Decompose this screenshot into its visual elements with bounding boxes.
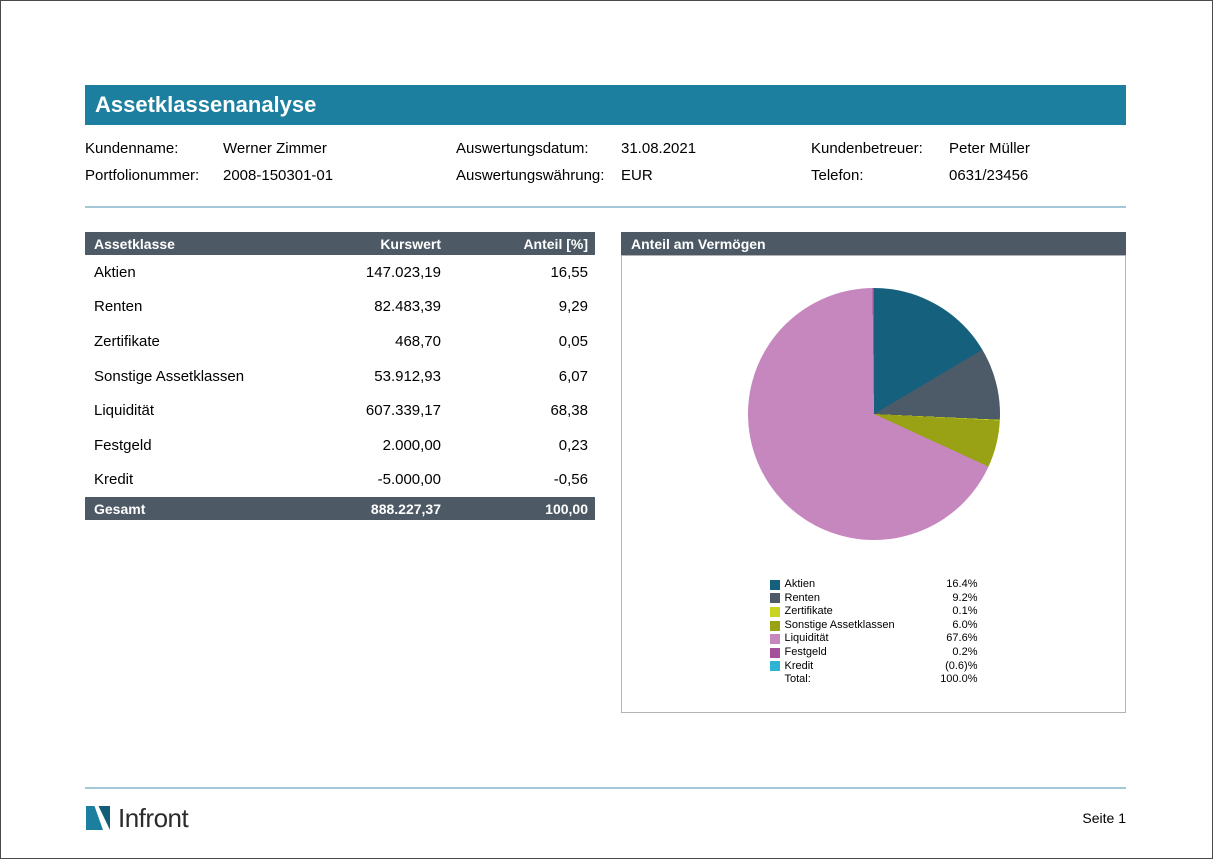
meta-label-kundenname: Kundenname: (85, 140, 223, 157)
cell-assetklasse: Sonstige Assetklassen (85, 368, 291, 385)
table-footer-row: Gesamt 888.227,37 100,00 (85, 497, 595, 520)
page-title: Assetklassenanalyse (95, 92, 316, 118)
cell-anteil: -0,56 (441, 471, 595, 488)
cell-anteil: 68,38 (441, 402, 595, 419)
chart-panel-header: Anteil am Vermögen (621, 232, 1126, 255)
meta-value-kundenbetreuer: Peter Müller (949, 140, 1126, 157)
main-content: Assetklasse Kurswert Anteil [%] Aktien 1… (85, 232, 1126, 713)
legend-percent: 0.1% (952, 605, 977, 619)
legend-percent: 9.2% (952, 592, 977, 606)
cell-anteil: 0,23 (441, 437, 595, 454)
meta-value-auswertungsdatum: 31.08.2021 (621, 140, 811, 157)
footer-bar: Infront Seite 1 (85, 801, 1126, 835)
chart-legend: Aktien 16.4% Renten 9.2% Zertifikate 0.1… (770, 578, 978, 687)
chart-panel-title: Anteil am Vermögen (631, 236, 766, 252)
legend-label: Liquidität (785, 632, 947, 646)
legend-percent: 0.2% (952, 646, 977, 660)
section-divider (85, 206, 1126, 208)
meta-section: Kundenname: Werner Zimmer Auswertungsdat… (85, 135, 1126, 189)
legend-swatch-aktien (770, 580, 780, 590)
asset-class-table: Assetklasse Kurswert Anteil [%] Aktien 1… (85, 232, 595, 713)
legend-swatch-renten (770, 593, 780, 603)
cell-kurswert: 2.000,00 (291, 437, 441, 454)
legend-label: Zertifikate (785, 605, 953, 619)
legend-percent: 16.4% (946, 578, 977, 592)
meta-value-telefon: 0631/23456 (949, 167, 1126, 184)
cell-assetklasse: Aktien (85, 264, 291, 281)
cell-assetklasse: Liquidität (85, 402, 291, 419)
cell-kurswert: 468,70 (291, 333, 441, 350)
page-number: Seite 1 (1082, 810, 1126, 826)
brand-name: Infront (118, 803, 188, 834)
legend-item-festgeld: Festgeld 0.2% (770, 646, 978, 660)
legend-item-zertifikate: Zertifikate 0.1% (770, 605, 978, 619)
cell-assetklasse: Kredit (85, 471, 291, 488)
report-page: Assetklassenanalyse Kundenname: Werner Z… (0, 0, 1213, 859)
meta-label-kundenbetreuer: Kundenbetreuer: (811, 140, 949, 157)
legend-swatch-kredit (770, 661, 780, 671)
legend-item-sonstige: Sonstige Assetklassen 6.0% (770, 619, 978, 633)
legend-total-row: Total: 100.0% (770, 673, 978, 687)
legend-percent: (0.6)% (945, 660, 977, 674)
col-header-assetklasse: Assetklasse (85, 236, 291, 252)
table-row-zertifikate: Zertifikate 468,70 0,05 (85, 324, 595, 359)
cell-anteil: 9,29 (441, 298, 595, 315)
footer-divider (85, 787, 1126, 789)
legend-item-liquiditaet: Liquidität 67.6% (770, 632, 978, 646)
legend-total-label: Total: (770, 673, 941, 687)
cell-kurswert: -5.000,00 (291, 471, 441, 488)
meta-value-auswertungswaehrung: EUR (621, 167, 811, 184)
legend-item-renten: Renten 9.2% (770, 592, 978, 606)
legend-percent: 6.0% (952, 619, 977, 633)
cell-anteil: 6,07 (441, 368, 595, 385)
legend-label: Aktien (785, 578, 947, 592)
cell-kurswert: 147.023,19 (291, 264, 441, 281)
cell-assetklasse: Festgeld (85, 437, 291, 454)
legend-percent: 67.6% (946, 632, 977, 646)
cell-gesamt-anteil: 100,00 (441, 501, 595, 517)
legend-item-kredit: Kredit (0.6)% (770, 660, 978, 674)
meta-label-telefon: Telefon: (811, 167, 949, 184)
meta-label-auswertungsdatum: Auswertungsdatum: (456, 140, 621, 157)
pie-chart (748, 288, 1000, 540)
cell-anteil: 16,55 (441, 264, 595, 281)
table-row-aktien: Aktien 147.023,19 16,55 (85, 255, 595, 290)
meta-label-portfolionummer: Portfolionummer: (85, 167, 223, 184)
cell-kurswert: 53.912,93 (291, 368, 441, 385)
table-header-row: Assetklasse Kurswert Anteil [%] (85, 232, 595, 255)
legend-label: Festgeld (785, 646, 953, 660)
brand-logo: Infront (85, 803, 188, 834)
table-row-kredit: Kredit -5.000,00 -0,56 (85, 463, 595, 498)
cell-anteil: 0,05 (441, 333, 595, 350)
report-title-bar: Assetklassenanalyse (85, 85, 1126, 125)
table-row-festgeld: Festgeld 2.000,00 0,23 (85, 428, 595, 463)
legend-swatch-sonstige (770, 621, 780, 631)
cell-assetklasse: Zertifikate (85, 333, 291, 350)
meta-value-kundenname: Werner Zimmer (223, 140, 456, 157)
legend-label: Sonstige Assetklassen (785, 619, 953, 633)
cell-kurswert: 82.483,39 (291, 298, 441, 315)
infront-logo-icon (85, 805, 111, 831)
cell-kurswert: 607.339,17 (291, 402, 441, 419)
cell-gesamt-label: Gesamt (85, 501, 291, 517)
cell-gesamt-kurswert: 888.227,37 (291, 501, 441, 517)
meta-label-auswertungswaehrung: Auswertungswährung: (456, 167, 621, 184)
legend-item-aktien: Aktien 16.4% (770, 578, 978, 592)
col-header-anteil: Anteil [%] (441, 236, 595, 252)
legend-swatch-zertifikate (770, 607, 780, 617)
col-header-kurswert: Kurswert (291, 236, 441, 252)
chart-panel: Anteil am Vermögen Aktien 16.4% Renten 9… (621, 232, 1126, 713)
legend-label: Renten (785, 592, 953, 606)
meta-value-portfolionummer: 2008-150301-01 (223, 167, 456, 184)
legend-swatch-liquiditaet (770, 634, 780, 644)
table-row-liquiditaet: Liquidität 607.339,17 68,38 (85, 393, 595, 428)
chart-container: Aktien 16.4% Renten 9.2% Zertifikate 0.1… (621, 255, 1126, 713)
legend-total-value: 100.0% (940, 673, 977, 687)
cell-assetklasse: Renten (85, 298, 291, 315)
legend-swatch-festgeld (770, 648, 780, 658)
table-row-sonstige: Sonstige Assetklassen 53.912,93 6,07 (85, 359, 595, 394)
table-row-renten: Renten 82.483,39 9,29 (85, 290, 595, 325)
legend-label: Kredit (785, 660, 946, 674)
